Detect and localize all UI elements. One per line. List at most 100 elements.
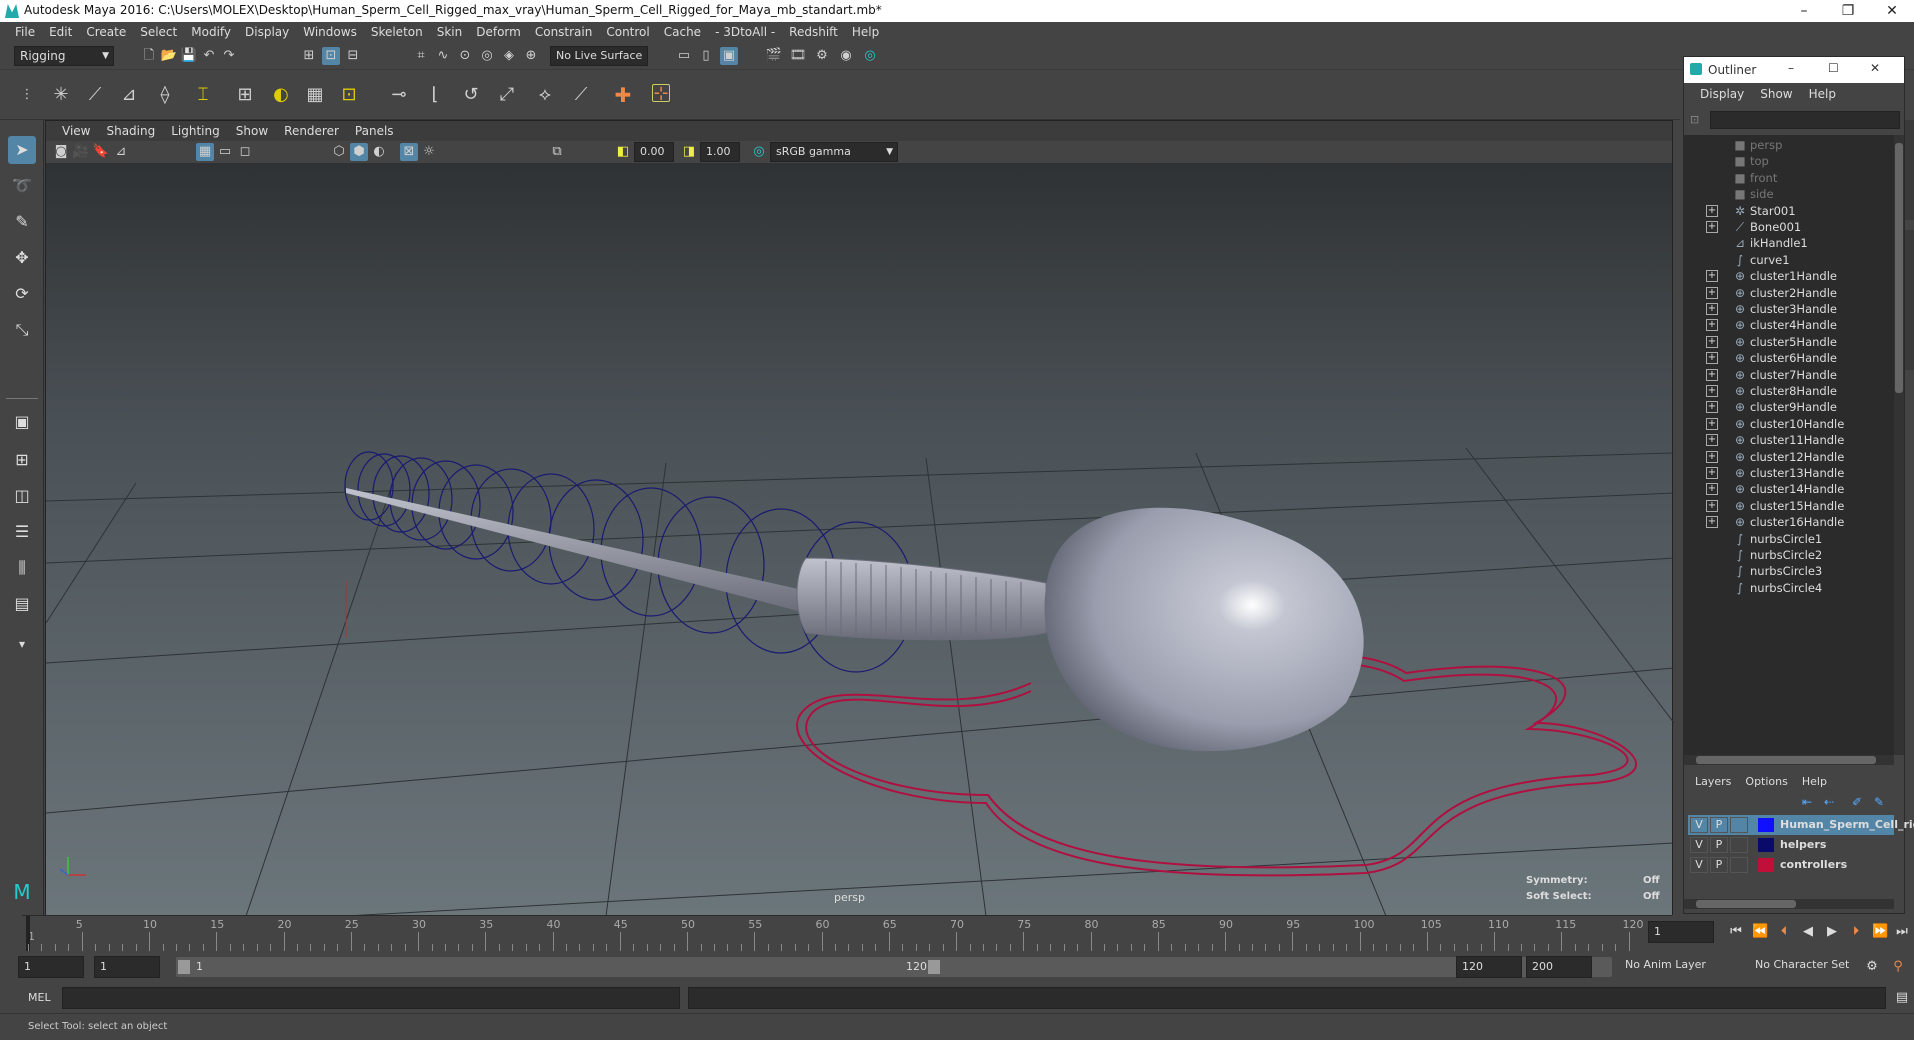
outliner-vscroll-thumb[interactable] [1895, 143, 1903, 393]
parent-constraint-icon[interactable]: ⊸ [390, 86, 408, 104]
locator-icon[interactable]: ✚ [614, 85, 632, 105]
new-layer-icon[interactable]: ✐ [1852, 795, 1862, 809]
menu-select[interactable]: Select [133, 25, 184, 39]
layer-visibility-toggle[interactable]: V [1690, 817, 1708, 833]
menu-constrain[interactable]: Constrain [528, 25, 600, 39]
3d-viewport[interactable]: persp Symmetry: Off Soft Select: Off [46, 163, 1674, 916]
time-slider[interactable]: 1 5 10 15 20 25 30 35 40 45 50 55 60 65 70 75 80 85 90 95 1… [22, 915, 1672, 952]
menu-skeleton[interactable]: Skeleton [364, 25, 430, 39]
live-surface-field[interactable]: No Live Surface [550, 46, 648, 66]
expand-icon[interactable]: + [1706, 483, 1718, 496]
snap-grid-icon[interactable]: ⌗ [412, 47, 430, 65]
outliner-close-button[interactable]: ✕ [1870, 61, 1880, 75]
aim-constraint-icon[interactable]: ⟡ [536, 86, 554, 104]
expand-icon[interactable]: + [1706, 352, 1718, 365]
layer-color-swatch[interactable] [1758, 818, 1774, 832]
viewport-menu-shading[interactable]: Shading [98, 124, 163, 138]
orient-constraint-icon[interactable]: ↺ [462, 86, 480, 104]
grid-toggle-icon[interactable]: ▦ [196, 143, 214, 161]
outliner-filter-icon[interactable]: ⊡ [1690, 113, 1699, 126]
step-forward-key-icon[interactable]: ⏩ [1872, 924, 1888, 940]
graph-layout-icon[interactable]: ⫼ [8, 554, 36, 582]
outliner-menu-display[interactable]: Display [1692, 87, 1752, 101]
bind-skin-icon[interactable]: ⊞ [236, 86, 254, 104]
construction-history-icon[interactable]: ▯ [697, 47, 715, 65]
joint-orient-icon[interactable]: ⊹ [652, 84, 670, 103]
menu-deform[interactable]: Deform [469, 25, 528, 39]
close-button[interactable]: ✕ [1870, 0, 1914, 22]
layer-display-type-toggle[interactable] [1730, 857, 1748, 873]
layer-hscrollbar[interactable] [1684, 899, 1894, 909]
range-slider-right-handle[interactable] [928, 960, 940, 974]
layer-menu-help[interactable]: Help [1795, 775, 1834, 788]
move-layer-down-icon[interactable]: ⇠ [1824, 795, 1834, 809]
rotate-tool-icon[interactable]: ⟳ [8, 280, 36, 308]
ik-handle-tool-icon[interactable]: ⊿ [120, 86, 138, 104]
camera-attributes-icon[interactable]: 🎥 [72, 143, 90, 161]
pole-vector-icon[interactable]: ⟋ [572, 86, 590, 104]
expand-icon[interactable]: + [1706, 417, 1718, 430]
layer-playback-toggle[interactable]: P [1710, 857, 1728, 873]
outliner-hscrollbar[interactable] [1684, 755, 1894, 765]
point-constraint-icon[interactable]: ⌊ [426, 86, 444, 104]
textured-icon[interactable]: ◐ [370, 143, 388, 161]
select-component-icon[interactable]: ⊟ [344, 47, 362, 65]
select-tool-icon[interactable]: ➤ [8, 136, 36, 164]
expand-icon[interactable]: + [1706, 499, 1718, 512]
resolution-gate-icon[interactable]: ◻ [236, 143, 254, 161]
layer-row[interactable]: V Phelpers [1688, 835, 1894, 855]
render-frame-icon[interactable]: 🎬 [765, 47, 783, 65]
expand-icon[interactable]: + [1706, 385, 1718, 397]
layer-color-swatch[interactable] [1758, 838, 1774, 852]
lights-icon[interactable]: ☼ [420, 143, 438, 161]
color-space-dropdown[interactable]: sRGB gamma ▼ [770, 142, 898, 162]
bone-tool-icon[interactable]: ⟋ [86, 86, 104, 104]
outliner-hscroll-thumb[interactable] [1696, 756, 1876, 764]
command-input[interactable] [62, 987, 680, 1009]
outliner-minimize-button[interactable]: – [1788, 61, 1794, 75]
render-layout-icon[interactable]: ▤ [8, 590, 36, 618]
expand-icon[interactable]: + [1706, 335, 1718, 348]
layer-row[interactable]: V P Human_Sperm_Cell_rig [1688, 815, 1914, 835]
menu-control[interactable]: Control [599, 25, 656, 39]
four-view-layout-icon[interactable]: ⊞ [8, 446, 36, 474]
menu-skin[interactable]: Skin [430, 25, 470, 39]
cmdline-language-label[interactable]: MEL [28, 991, 51, 1004]
save-scene-icon[interactable]: 💾 [180, 47, 198, 65]
go-to-end-icon[interactable]: ⏭ [1894, 924, 1910, 940]
viewport-menu-view[interactable]: View [54, 124, 98, 138]
select-hierarchy-icon[interactable]: ⊞ [300, 47, 318, 65]
render-view-icon[interactable]: ▣ [720, 47, 738, 65]
outliner-menu-help[interactable]: Help [1801, 87, 1844, 101]
layer-menu-options[interactable]: Options [1738, 775, 1794, 788]
playback-end-field[interactable]: 120 [1456, 956, 1522, 978]
open-scene-icon[interactable]: 📂 [160, 47, 178, 65]
layer-visibility-toggle[interactable]: V [1690, 857, 1708, 873]
expand-icon[interactable]: + [1706, 204, 1718, 217]
menu-3dtoall[interactable]: - 3DtoAll - [708, 25, 782, 39]
outliner-search-field[interactable] [1710, 111, 1900, 129]
step-back-frame-icon[interactable]: ⏴ [1776, 924, 1792, 940]
expand-icon[interactable]: + [1706, 467, 1718, 479]
viewport-menu-lighting[interactable]: Lighting [163, 124, 228, 138]
gamma-icon[interactable]: ◨ [680, 143, 698, 161]
range-slider-left-handle[interactable] [178, 960, 190, 974]
outliner-item-nurbscircle4[interactable]: ∫ nurbsCircle4 [1684, 578, 1894, 598]
expand-icon[interactable]: + [1706, 434, 1718, 447]
outliner-list[interactable]: ■ persp ■ top ■ front ■ side + ✲ Star001 + ⟋ Bone001 ⊿… [1684, 135, 1894, 755]
ipr-render-icon[interactable]: 🎞 [789, 47, 807, 65]
menu-redshift[interactable]: Redshift [782, 25, 845, 39]
layout-more-icon[interactable]: ▾ [8, 630, 36, 658]
insert-joint-icon[interactable]: ⌶ [194, 86, 212, 104]
image-plane-icon[interactable]: ⊿ [112, 143, 130, 161]
paint-select-icon[interactable]: ✎ [8, 208, 36, 236]
step-forward-frame-icon[interactable]: ⏵ [1848, 924, 1864, 940]
menu-display[interactable]: Display [238, 25, 296, 39]
single-view-layout-icon[interactable]: ▣ [8, 408, 36, 436]
current-frame-field[interactable]: 1 [1648, 921, 1714, 943]
hypershade-icon[interactable]: ◉ [837, 47, 855, 65]
cluster-deformer-icon[interactable]: ⊡ [340, 86, 358, 104]
scale-tool-icon[interactable]: ⤡ [8, 316, 36, 344]
snap-surface-icon[interactable]: ◈ [500, 47, 518, 65]
joint-tool-icon[interactable]: ✳ [52, 86, 70, 104]
